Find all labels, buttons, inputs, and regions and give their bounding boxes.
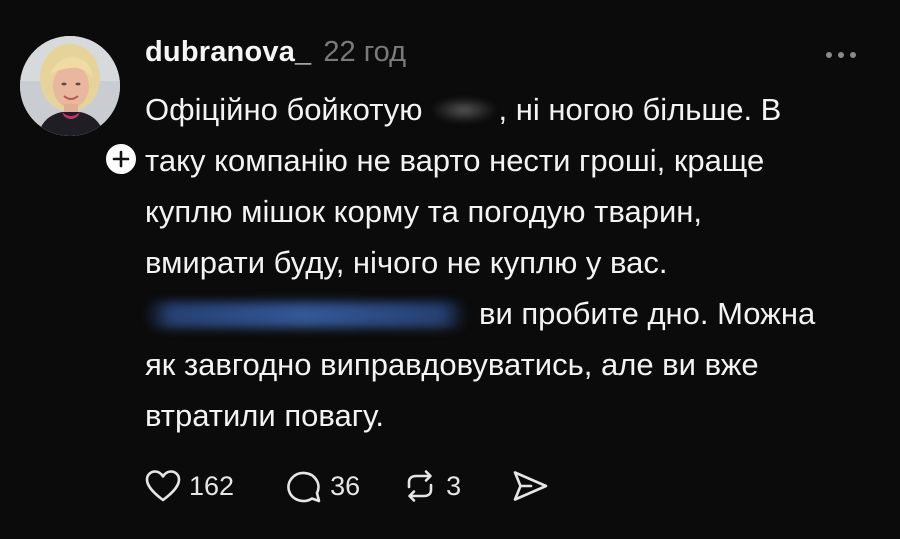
post-text: Офіційно бойкотую, ні ногою більше. В та… [145, 84, 875, 441]
share-button[interactable] [511, 469, 549, 503]
post-header: dubranova_ 22 год [145, 36, 406, 76]
avatar[interactable] [20, 36, 120, 136]
post-line: таку компанію не варто нести гроші, кращ… [145, 143, 765, 178]
like-button[interactable]: 162 [145, 469, 234, 503]
blurred-brand-name [432, 98, 495, 122]
more-horizontal-icon [826, 52, 832, 58]
post-actions: 162 36 3 [145, 462, 549, 510]
like-count: 162 [189, 470, 235, 501]
more-options-button[interactable] [826, 48, 862, 62]
username-link[interactable]: dubranova_ [145, 36, 311, 69]
heart-icon [145, 469, 181, 503]
avatar-image [20, 36, 120, 136]
repost-count: 3 [446, 470, 462, 501]
send-icon [511, 469, 549, 503]
blurred-mention[interactable] [145, 302, 467, 328]
thread-post: dubranova_ 22 год Офіційно бойкотую, ні … [0, 0, 900, 539]
post-line: втратили повагу. [145, 398, 385, 433]
post-line: як завгодно виправдовуватись, але ви вже [145, 347, 759, 382]
plus-icon [112, 150, 130, 168]
comment-button[interactable]: 36 [286, 468, 360, 504]
avatar-container [20, 36, 140, 178]
post-line: Офіційно бойкотую, ні ногою більше. В [145, 92, 782, 127]
comment-count: 36 [330, 470, 361, 501]
post-line: вмирати буду, нічого не куплю у вас. [145, 245, 668, 280]
follow-button[interactable] [102, 140, 140, 178]
repost-icon [402, 468, 438, 504]
post-timestamp: 22 год [323, 36, 407, 68]
comment-bubble-icon [286, 468, 322, 504]
repost-button[interactable]: 3 [402, 468, 461, 504]
post-line: куплю мішок корму та погодую тварин, [145, 194, 703, 229]
post-line: ви пробите дно. Можна [145, 288, 875, 339]
